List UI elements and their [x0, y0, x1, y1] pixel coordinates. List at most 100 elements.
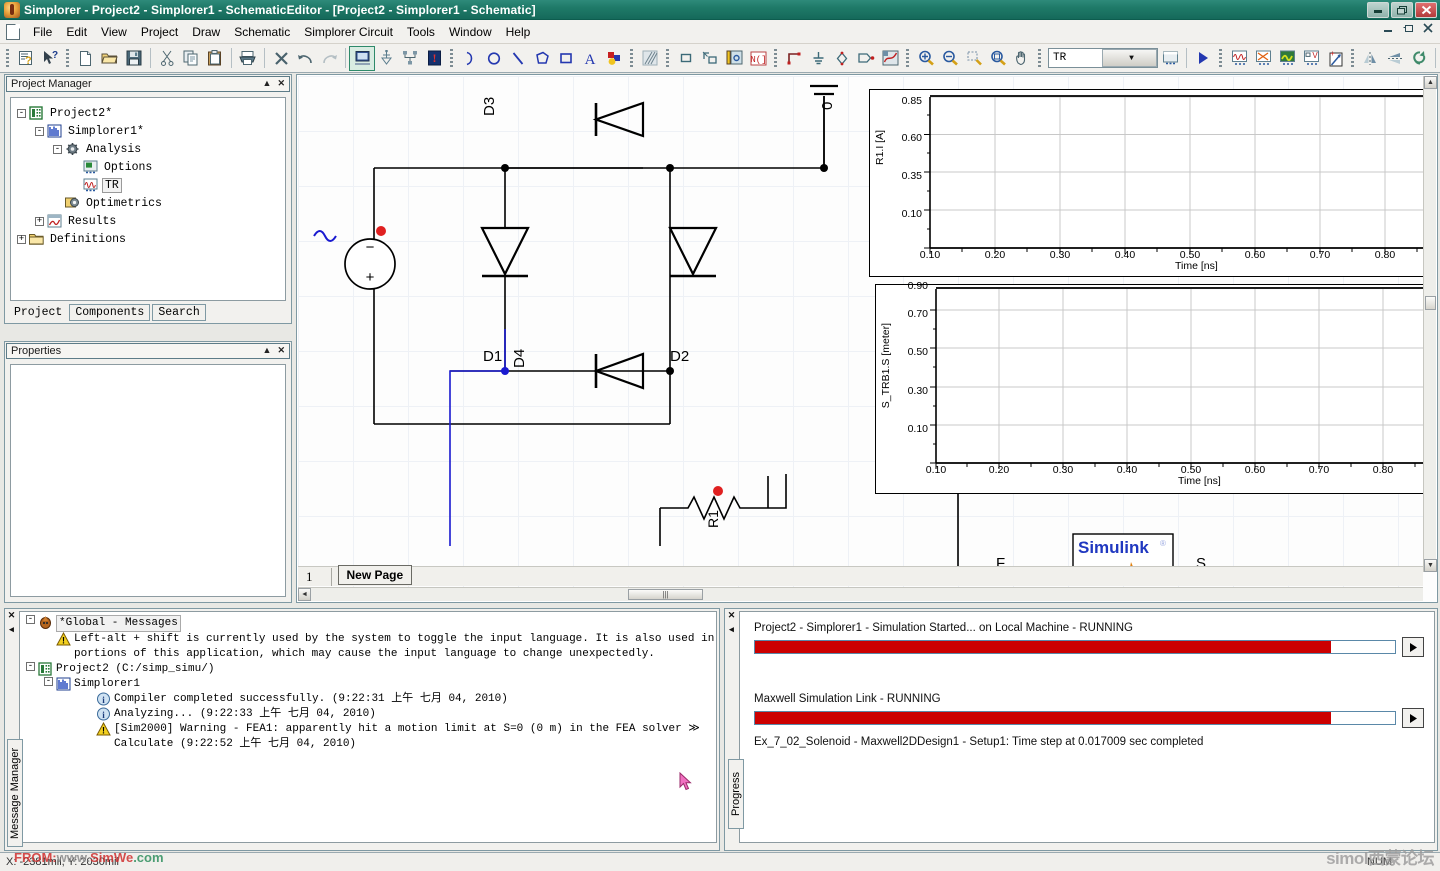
print-icon[interactable] [236, 47, 260, 70]
result-field-plot-icon[interactable] [1275, 47, 1299, 70]
toolbar-grip-2[interactable] [65, 48, 71, 68]
tree-item-simplorer1[interactable]: - Simplorer1* [17, 122, 285, 140]
tree-item-options[interactable]: Options [17, 158, 285, 176]
validate-icon[interactable]: ! [422, 47, 446, 70]
pan-hand-icon[interactable] [1010, 47, 1034, 70]
tree-toggle[interactable]: - [53, 144, 62, 154]
play-right-icon[interactable] [1402, 637, 1424, 657]
copy-icon[interactable] [179, 47, 203, 70]
zoom-out-icon[interactable] [938, 47, 962, 70]
netlist-text-icon[interactable]: N(] [746, 47, 770, 70]
tree-item-tr[interactable]: TR [17, 176, 285, 194]
redo-arrow-icon[interactable] [317, 47, 341, 70]
close-icon[interactable]: ✕ [277, 345, 285, 356]
draw-circle-icon[interactable] [482, 47, 506, 70]
toolbar-grip-6[interactable] [773, 48, 779, 68]
scroll-thumb-v[interactable] [1425, 296, 1436, 310]
fill-color-icon[interactable] [602, 47, 626, 70]
paste-clipboard-icon[interactable] [203, 47, 227, 70]
place-part-icon[interactable] [674, 47, 698, 70]
save-disk-icon[interactable] [122, 47, 146, 70]
tab-components[interactable]: Components [69, 304, 151, 321]
scroll-up-icon[interactable]: ▲ [1424, 76, 1437, 89]
schematic-window-icon[interactable] [349, 45, 375, 71]
tree-toggle[interactable]: - [35, 126, 44, 136]
result-xy-plot-icon[interactable] [1251, 47, 1275, 70]
zoom-in-icon[interactable] [914, 47, 938, 70]
pin-icon[interactable]: ◂ [9, 624, 14, 635]
menu-simplorer-circuit[interactable]: Simplorer Circuit [297, 23, 400, 41]
message-row[interactable]: ! Left-alt + shift is currently used by … [20, 631, 716, 647]
draw-text-icon[interactable]: A [578, 47, 602, 70]
message-row[interactable]: ! [Sim2000] Warning - FEA1: apparently h… [20, 721, 716, 737]
context-help-icon[interactable]: ? [14, 47, 38, 70]
rotate-icon[interactable] [1407, 47, 1431, 70]
delete-x-icon[interactable] [269, 47, 293, 70]
close-icon[interactable]: ✕ [8, 610, 16, 621]
mdi-close-icon[interactable] [1423, 23, 1434, 37]
schematic-drawing-area[interactable]: − + D3 D1 D2 D4 0 R1 F Simulink ® S R1.I… [298, 76, 1436, 601]
draw-wire-icon[interactable] [782, 47, 806, 70]
menu-edit[interactable]: Edit [59, 23, 94, 41]
result-plot-1[interactable]: R1.I [A] 0.10 0.35 0.60 0.85 0.10 0.20 0… [869, 89, 1427, 277]
message-row[interactable]: - *Global - Messages [20, 612, 716, 632]
message-row[interactable]: - Simplorer1 [20, 677, 716, 692]
pin-icon[interactable]: ◂ [729, 624, 734, 635]
grid-icon[interactable] [638, 47, 662, 70]
tab-search[interactable]: Search [152, 304, 206, 321]
result-rect-plot-icon[interactable] [1227, 47, 1251, 70]
tree-toggle[interactable]: - [26, 615, 35, 624]
tree-toggle[interactable]: + [35, 216, 44, 226]
toolbar-grip-3[interactable] [449, 48, 455, 68]
tree-item-optimetrics[interactable]: Optimetrics [17, 194, 285, 212]
message-manager-vertical-tab[interactable]: Message Manager [7, 739, 23, 847]
fit-all-icon[interactable] [986, 47, 1010, 70]
analysis-setup-select[interactable]: TR ▼ [1048, 48, 1158, 68]
menu-schematic[interactable]: Schematic [227, 23, 297, 41]
toolbar-grip-10[interactable] [1350, 48, 1356, 68]
tree-toggle[interactable]: - [26, 662, 35, 671]
run-play-icon[interactable] [1191, 47, 1215, 70]
close-button[interactable] [1415, 2, 1437, 18]
tree-item-project2[interactable]: - Project2* [17, 104, 285, 122]
place-port-icon[interactable] [854, 47, 878, 70]
menu-project[interactable]: Project [134, 23, 185, 41]
tree-toggle[interactable]: - [17, 108, 26, 118]
mirror-icon[interactable] [1359, 47, 1383, 70]
page-tab-new-page[interactable]: New Page [337, 565, 413, 585]
draw-line-icon[interactable] [506, 47, 530, 70]
netlist-icon[interactable] [398, 47, 422, 70]
tree-item-definitions[interactable]: + Definitions [17, 230, 285, 248]
toolbar-grip-7[interactable] [905, 48, 911, 68]
tree-toggle[interactable]: + [17, 234, 26, 244]
message-row[interactable]: - Project2 (C:/simp_simu/) [20, 662, 716, 677]
menu-view[interactable]: View [94, 23, 134, 41]
close-icon[interactable]: ✕ [277, 78, 285, 89]
scroll-left-icon[interactable]: ◄ [298, 588, 311, 601]
tree-item-results[interactable]: + Results [17, 212, 285, 230]
maximize-restore-button[interactable] [1391, 2, 1413, 18]
cut-scissors-icon[interactable] [155, 47, 179, 70]
collapse-icon[interactable]: ▲ [263, 78, 272, 89]
menu-window[interactable]: Window [442, 23, 499, 41]
new-document-icon[interactable] [74, 47, 98, 70]
toolbar-grip-4[interactable] [629, 48, 635, 68]
menu-help[interactable]: Help [499, 23, 538, 41]
schematic-canvas[interactable]: − + D3 D1 D2 D4 0 R1 F Simulink ® S R1.I… [296, 74, 1438, 603]
zoom-area-icon[interactable] [962, 47, 986, 70]
page-setup-icon[interactable] [878, 47, 902, 70]
toolbar-grip-9[interactable] [1218, 48, 1224, 68]
tree-item-analysis[interactable]: - Analysis [17, 140, 285, 158]
message-list[interactable]: - *Global - Messages ! Left-alt + shift … [19, 611, 717, 843]
result-table-icon[interactable]: V [1299, 47, 1323, 70]
mdi-minimize-icon[interactable] [1383, 23, 1394, 37]
menu-file[interactable]: File [26, 23, 59, 41]
message-row[interactable]: i Analyzing... (9:22:33 上午 七月 04, 2010) [20, 707, 716, 722]
simulate-icon[interactable] [374, 47, 398, 70]
menu-draw[interactable]: Draw [185, 23, 227, 41]
toolbar-grip-5[interactable] [665, 48, 671, 68]
draw-polygon-icon[interactable] [530, 47, 554, 70]
move-part-icon[interactable] [698, 47, 722, 70]
canvas-vertical-scrollbar[interactable]: ▲ ▼ [1423, 76, 1437, 572]
toolbar-grip-8[interactable] [1037, 48, 1043, 68]
